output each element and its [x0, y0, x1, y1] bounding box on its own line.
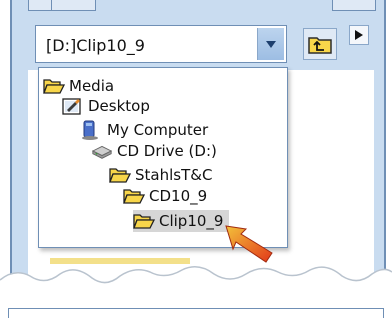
- dropdown-item-media[interactable]: Media: [43, 75, 114, 97]
- torn-edge-overlay: [0, 266, 392, 323]
- chevron-down-icon: [266, 40, 276, 48]
- open-folder-icon: [43, 77, 65, 95]
- view-toggle-buttons[interactable]: [28, 0, 96, 11]
- location-value: [D:]Clip10_9: [46, 36, 145, 55]
- location-combobox[interactable]: [D:]Clip10_9: [35, 25, 287, 63]
- dropdown-item-label: StahlsT&C: [135, 166, 213, 184]
- open-folder-icon: [133, 212, 155, 230]
- cd-drive-icon: [91, 142, 113, 160]
- dropdown-item-label: Desktop: [88, 97, 150, 115]
- triangle-right-icon: [355, 30, 363, 40]
- open-folder-icon: [123, 187, 145, 205]
- menu-arrow-button[interactable]: [349, 25, 369, 45]
- dropdown-item-cd10-9[interactable]: CD10_9: [123, 185, 207, 207]
- up-folder-icon: [308, 37, 332, 54]
- dropdown-item-stahls[interactable]: StahlsT&C: [109, 164, 212, 186]
- desktop-icon: [62, 97, 84, 115]
- dropdown-item-label: CD10_9: [149, 187, 208, 205]
- dropdown-item-desktop[interactable]: Desktop: [62, 95, 150, 117]
- my-computer-icon: [81, 120, 103, 140]
- open-folder-icon: [109, 166, 131, 184]
- dropdown-item-label: Media: [69, 77, 115, 95]
- dropdown-item-label: Clip10_9: [159, 212, 224, 230]
- dropdown-item-label: My Computer: [107, 121, 209, 139]
- up-one-level-button[interactable]: [303, 28, 337, 60]
- top-right-button[interactable]: [332, 0, 376, 11]
- location-dropdown-list[interactable]: Media Desktop My Computer CD Drive (D:) …: [38, 67, 288, 248]
- dropdown-arrow-button[interactable]: [257, 28, 284, 60]
- dropdown-item-my-computer[interactable]: My Computer: [81, 119, 208, 141]
- dropdown-item-cd-drive[interactable]: CD Drive (D:): [91, 140, 217, 162]
- dropdown-item-clip10-9[interactable]: Clip10_9: [133, 210, 230, 232]
- dropdown-item-label: CD Drive (D:): [117, 142, 217, 160]
